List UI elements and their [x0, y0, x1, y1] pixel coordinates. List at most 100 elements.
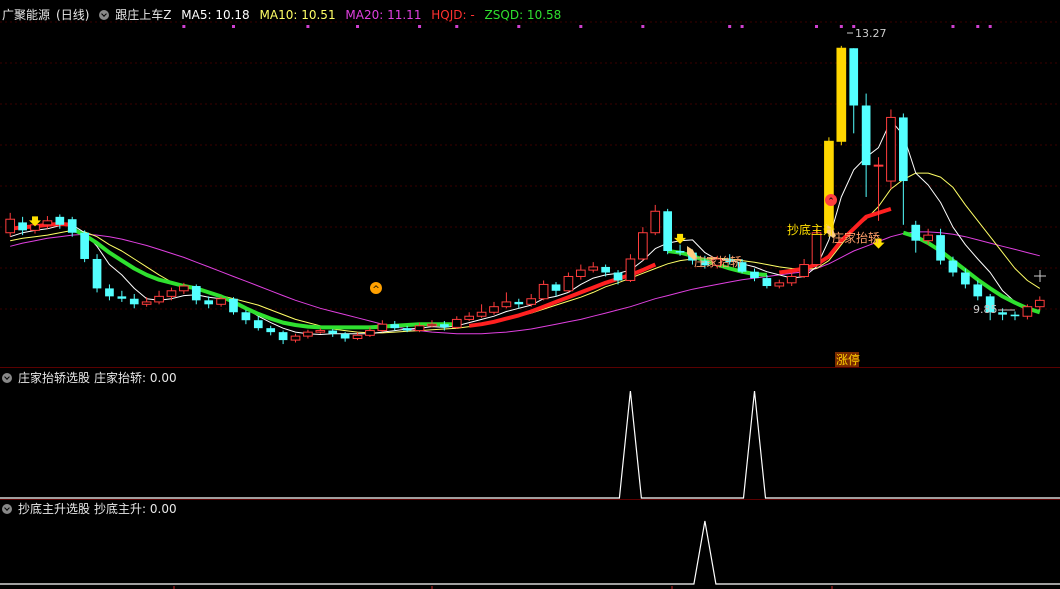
candle-body: [141, 301, 152, 305]
candle-body: [241, 312, 251, 321]
signal-dot: [740, 25, 744, 28]
candle-body: [117, 296, 127, 299]
period-label[interactable]: (日线): [56, 8, 89, 22]
panel3-signal-line: [0, 520, 1060, 585]
candle-body: [911, 224, 921, 241]
candle-body: [824, 140, 834, 234]
candle-body: [899, 117, 908, 182]
candle-body: [948, 260, 958, 273]
candle-body: [563, 275, 574, 292]
candle-body: [216, 298, 226, 305]
panel3-toggle-icon[interactable]: [2, 504, 12, 514]
candle-body: [451, 318, 462, 328]
signal-dot: [839, 25, 843, 28]
stock-name[interactable]: 广聚能源: [2, 8, 50, 22]
candle-body: [538, 283, 549, 300]
candle-body: [799, 264, 809, 277]
candle-body: [365, 330, 375, 336]
candle-body: [613, 272, 623, 281]
candle-body: [352, 334, 363, 340]
panel3-header: 抄底主升选股 抄底主升: 0.00: [2, 500, 183, 518]
panel2-title[interactable]: 庄家抬轿选股: [18, 371, 90, 385]
signal-dot: [579, 25, 583, 28]
candle-body: [191, 286, 201, 301]
panel3-title[interactable]: 抄底主升选股: [18, 502, 90, 516]
candle-body: [315, 330, 326, 333]
candle-body: [92, 258, 102, 289]
indicator-toggle-icon[interactable]: [99, 10, 110, 20]
candle-body: [328, 330, 338, 334]
candle-body: [588, 266, 599, 271]
candle-body: [5, 218, 16, 234]
breakout-icon-glyph: ⌃: [827, 197, 835, 207]
ma5-value: MA5: 10.18: [181, 8, 250, 22]
candle-body: [501, 301, 512, 308]
candle-body: [836, 47, 847, 142]
signal-dot: [356, 25, 360, 28]
panel2-toggle-icon[interactable]: [2, 373, 12, 383]
candle-body: [861, 105, 871, 166]
candle-body: [638, 232, 648, 260]
candle-body: [18, 222, 27, 231]
candle-body: [774, 282, 785, 287]
signal-dot: [976, 25, 980, 28]
zsqd-value: ZSQD: 10.58: [484, 8, 562, 22]
cdzs-label: 抄底主升: [787, 222, 835, 237]
signal-dot: [988, 25, 992, 28]
indicator-name[interactable]: 跟庄上车Z: [115, 8, 171, 22]
candle-body: [514, 301, 524, 305]
candle-body: [811, 232, 822, 266]
candle-body: [526, 298, 537, 305]
low-price-label: 9.85: [973, 303, 998, 316]
candle-body: [154, 295, 164, 303]
candle-body: [663, 211, 672, 252]
panel-divider-1: [0, 367, 1060, 368]
candle-body: [42, 220, 53, 226]
candle-body: [340, 333, 350, 339]
candle-body: [762, 278, 772, 287]
signal-dot: [455, 25, 459, 28]
candle-body: [204, 300, 214, 305]
signal-dot: [815, 25, 819, 28]
candle-body: [427, 323, 437, 327]
panel2-value: 庄家抬轿: 0.00: [94, 371, 177, 385]
candle-body: [973, 284, 983, 297]
candle-body: [873, 164, 884, 167]
signal-dot: [641, 25, 645, 28]
candle-body: [229, 298, 238, 313]
candle-body: [849, 48, 859, 106]
candle-body: [278, 332, 288, 341]
signal-dot: [728, 25, 732, 28]
candle-body: [390, 324, 400, 329]
candle-body: [750, 271, 759, 279]
candle-body: [402, 328, 412, 331]
candle-body: [936, 235, 945, 261]
zjtj-label: 庄家抬轿: [694, 254, 742, 269]
candle-body: [266, 328, 276, 333]
zjtj-label-2: 庄家抬轿: [832, 230, 880, 245]
candle-body: [923, 234, 933, 242]
candle-body: [179, 285, 189, 292]
high-price-label: 13.27: [855, 27, 887, 40]
candle-body: [414, 325, 425, 332]
candle-body: [601, 266, 610, 273]
panel2-signal-line: [0, 390, 1060, 499]
hqjd-line: [9, 206, 892, 328]
signal-dot: [517, 25, 521, 28]
panel2-header: 庄家抬轿选股 庄家抬轿: 0.00: [2, 369, 183, 387]
signal-dot: [418, 25, 422, 28]
hqjd-value: HQJD: -: [431, 8, 475, 22]
signal-dot: [182, 25, 186, 28]
candle-body: [1034, 299, 1045, 308]
candle-body: [961, 272, 970, 285]
buy-signal-icon-glyph: ^: [372, 285, 380, 295]
panel3-value: 抄底主升: 0.00: [94, 502, 177, 516]
signal-dot: [231, 25, 235, 28]
zsqd-line: [71, 227, 1041, 330]
candle-body: [464, 315, 475, 320]
candle-body: [55, 216, 65, 225]
candle-body: [786, 275, 797, 284]
ma20-value: MA20: 11.11: [345, 8, 422, 22]
candle-body: [551, 284, 561, 291]
ma5-line: [10, 120, 1040, 335]
